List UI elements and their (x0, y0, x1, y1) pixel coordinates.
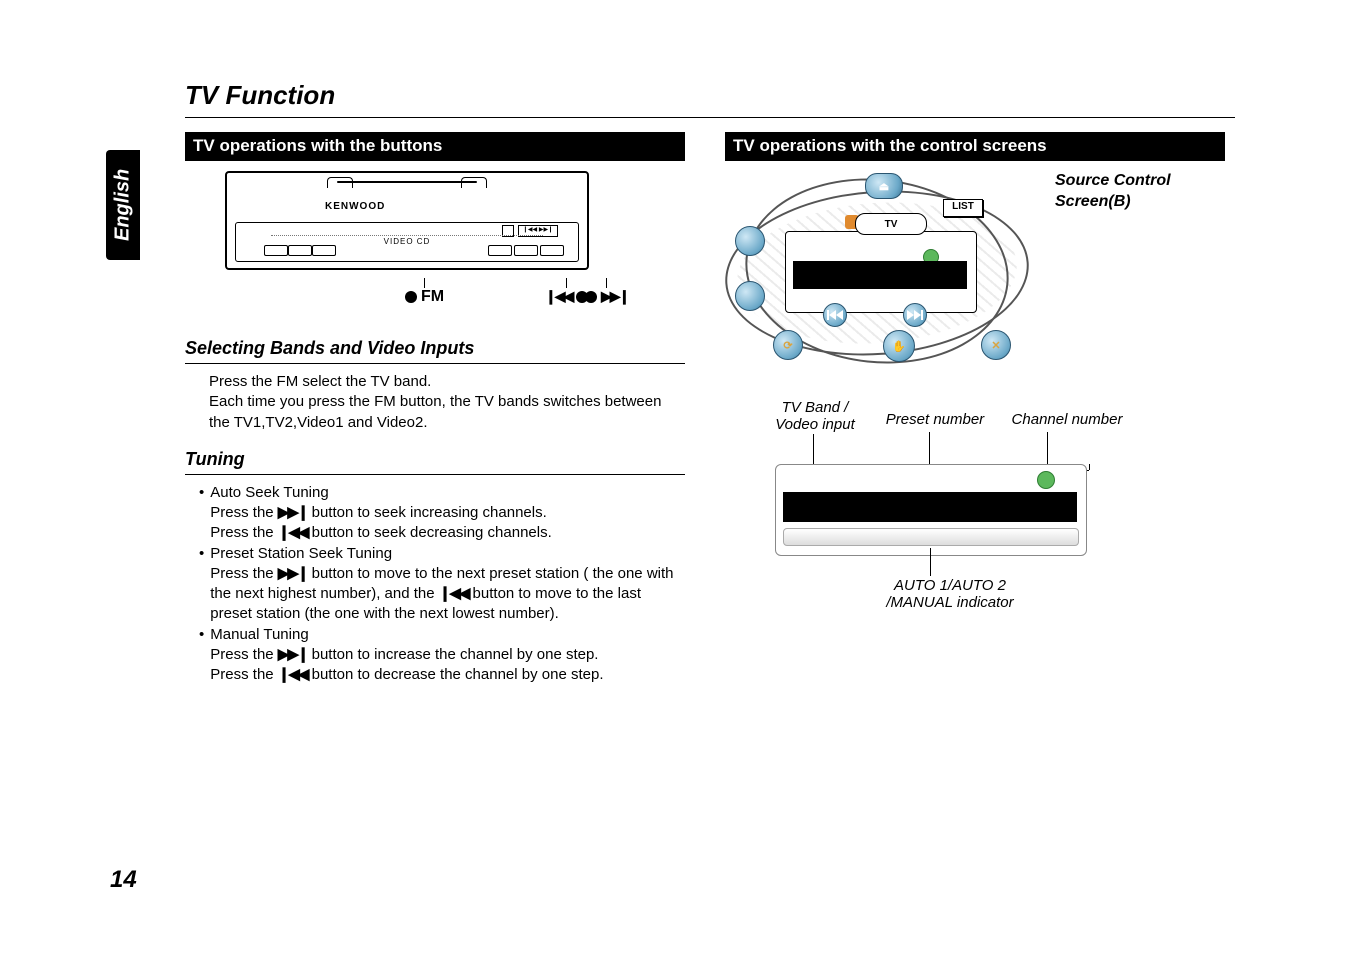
preset-seek-title: Preset Station Seek Tuning (210, 545, 392, 562)
anno-channel-label: Channel number (997, 412, 1137, 429)
screen-prev-button (823, 303, 847, 327)
page-content: TV Function TV operations with the butto… (110, 80, 1250, 685)
screen-illustration: ⏏ TV LIST ⟳ ✋ (725, 171, 1035, 366)
annotated-screen: TV Band / Vodeo input Preset number Chan… (775, 406, 1115, 626)
dot-icon (405, 291, 417, 303)
tv-chip: TV (855, 213, 927, 235)
prev-icon: ❙◀◀ (278, 666, 308, 683)
anno-band-label: TV Band / Vodeo input (765, 400, 865, 433)
prev-icon: ❙◀◀ (278, 524, 308, 541)
indicator-icon (1037, 471, 1055, 489)
left-header: TV operations with the buttons (185, 132, 685, 161)
sub-rule (185, 474, 685, 475)
title-rule (185, 117, 1235, 118)
device-brand-label: KENWOOD (325, 201, 385, 212)
screen-illustration-wrap: ⏏ TV LIST ⟳ ✋ (725, 171, 1225, 366)
screen-bottom-button: ✕ (981, 330, 1011, 360)
tuning-bullets: • Auto Seek Tuning Press the ▶▶❙ button … (199, 483, 685, 686)
next-icon: ▶▶❙ (278, 565, 308, 582)
device-panel-label: VIDEO CD (384, 237, 431, 246)
auto-seek-title: Auto Seek Tuning (210, 484, 328, 501)
callout-fm: FM (421, 288, 444, 306)
screen-top-button: ⏏ (865, 173, 903, 199)
right-column: TV operations with the control screens ⏏… (725, 132, 1225, 685)
screen-caption: Source Control Screen(B) (1055, 171, 1205, 366)
screen-side-button (735, 281, 765, 311)
sub-rule (185, 363, 685, 364)
screen-next-button (903, 303, 927, 327)
right-header: TV operations with the control screens (725, 132, 1225, 161)
section-title: TV Function (110, 80, 1250, 111)
selecting-text: Press the FM select the TV band. Each ti… (209, 372, 685, 433)
subhead-selecting: Selecting Bands and Video Inputs (185, 338, 685, 359)
screen-side-button (735, 226, 765, 256)
anno-mode-label: AUTO 1/AUTO 2 /MANUAL indicator (865, 578, 1035, 611)
screen-bottom-button: ✋ (883, 330, 915, 362)
next-icon: ▶▶❙ (278, 504, 308, 521)
callout-next-icon: ▶▶❙ (601, 288, 628, 305)
dot-icon (585, 291, 597, 303)
next-icon: ▶▶❙ (278, 646, 308, 663)
subhead-tuning: Tuning (185, 449, 685, 470)
callout-prev-icon: ❙◀◀ (545, 288, 572, 305)
manual-tuning-title: Manual Tuning (210, 626, 308, 643)
page-number: 14 (110, 866, 137, 894)
device-illustration: KENWOOD ❙◀◀ ▶▶❙ VIDEO CD (225, 171, 685, 308)
prev-icon: ❙◀◀ (439, 585, 469, 602)
screen-bottom-button: ⟳ (773, 330, 803, 360)
list-button: LIST (943, 199, 983, 217)
left-column: TV operations with the buttons KENWOOD ❙… (185, 132, 685, 685)
anno-preset-label: Preset number (875, 412, 995, 429)
